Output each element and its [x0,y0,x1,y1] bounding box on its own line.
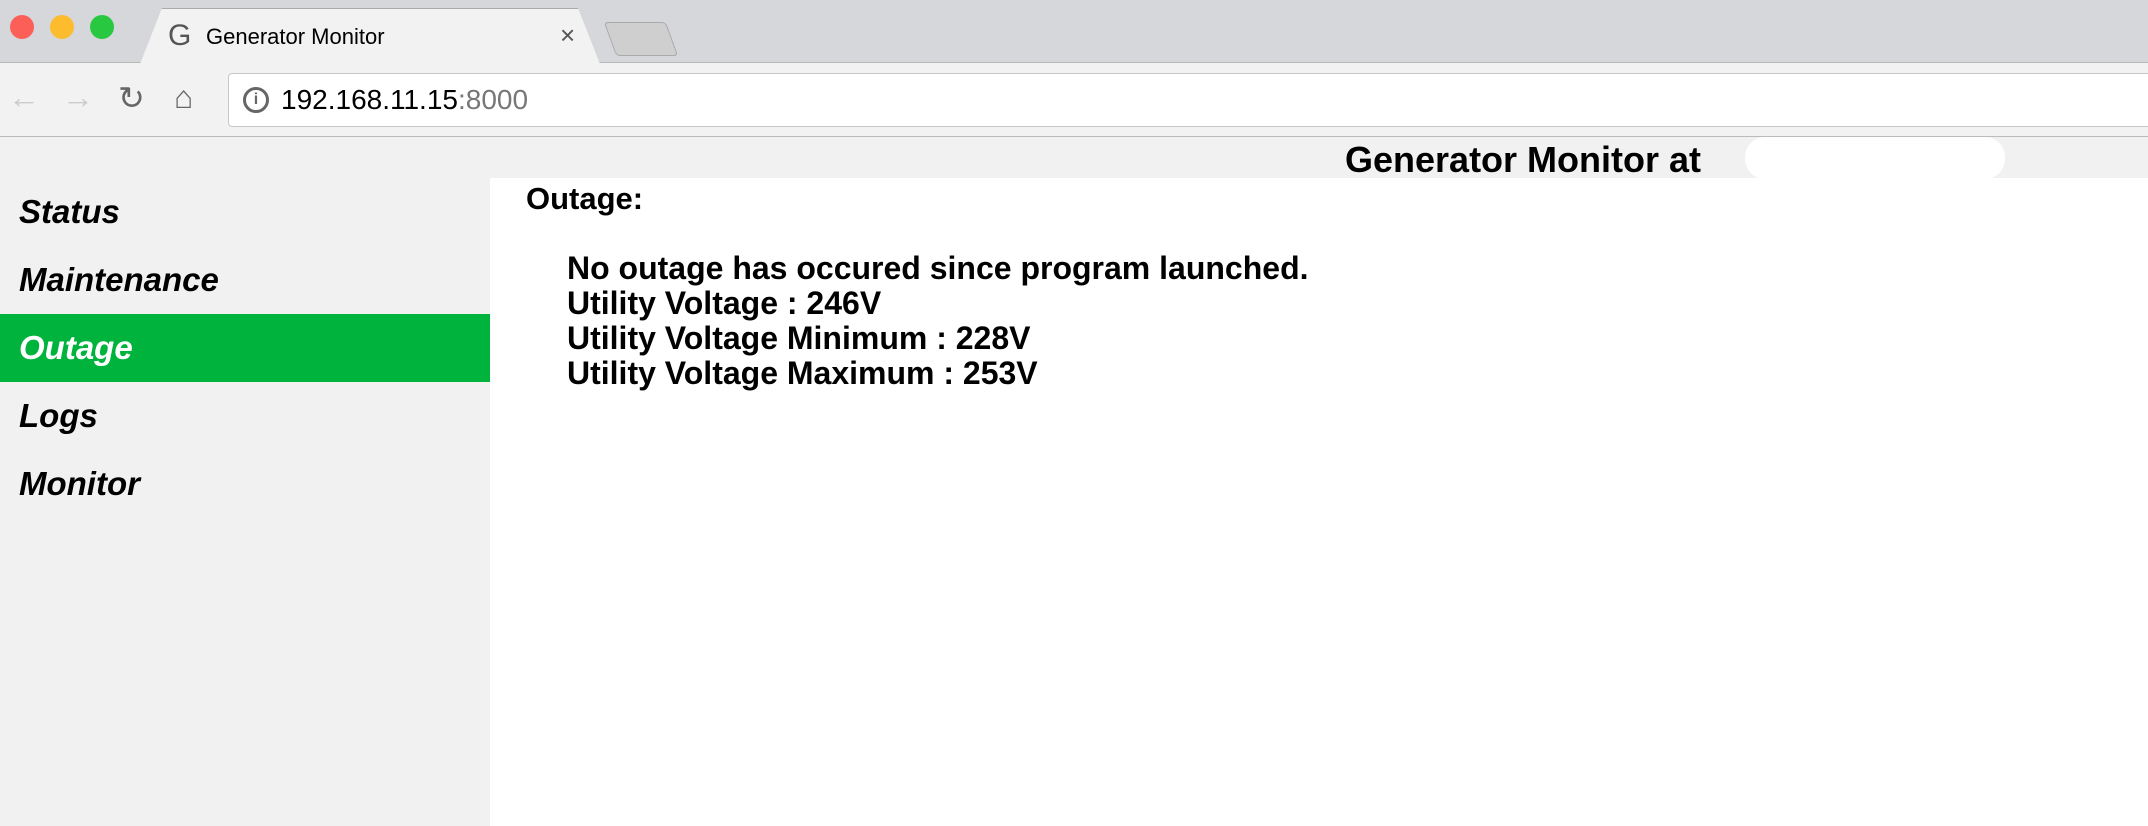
url-text: 192.168.11.15:8000 [281,84,529,115]
browser-tab[interactable]: G Generator Monitor × [140,8,600,64]
favicon-icon: G [168,19,192,52]
close-window-button[interactable] [10,15,34,39]
page-header: Generator Monitor at [0,137,2148,180]
section-heading: Outage: [526,181,644,216]
browser-toolbar: ← → ↻ ⌂ i 192.168.11.15:8000 [0,63,2148,137]
reload-icon[interactable]: ↻ [118,79,145,117]
utility-voltage-maximum: Utility Voltage Maximum : 253V [567,355,1038,391]
home-icon[interactable]: ⌂ [174,79,193,116]
utility-voltage-minimum: Utility Voltage Minimum : 228V [567,320,1031,356]
sidebar-item-logs[interactable]: Logs [0,382,490,450]
close-tab-icon[interactable]: × [560,20,575,51]
back-icon[interactable]: ← [8,79,40,116]
sidebar-item-monitor[interactable]: Monitor [0,450,490,518]
outage-info: No outage has occured since program laun… [567,251,1309,391]
outage-status: No outage has occured since program laun… [567,250,1309,286]
new-tab-button[interactable] [603,22,679,56]
main-content: Outage: No outage has occured since prog… [526,178,1309,391]
info-icon[interactable]: i [243,87,269,113]
sidebar: Status Maintenance Outage Logs Monitor [0,178,490,826]
sidebar-item-status[interactable]: Status [0,178,490,246]
forward-icon[interactable]: → [62,79,94,116]
sidebar-item-maintenance[interactable]: Maintenance [0,246,490,314]
utility-voltage: Utility Voltage : 246V [567,285,882,321]
page-title: Generator Monitor at [1345,139,1702,180]
sidebar-item-outage[interactable]: Outage [0,314,490,382]
maximize-window-button[interactable] [90,15,114,39]
minimize-window-button[interactable] [50,15,74,39]
address-bar[interactable]: i 192.168.11.15:8000 [228,73,2148,127]
tab-bar: G Generator Monitor × [0,0,2148,64]
redacted-area [1745,137,2005,179]
tab-title: Generator Monitor [206,24,385,49]
